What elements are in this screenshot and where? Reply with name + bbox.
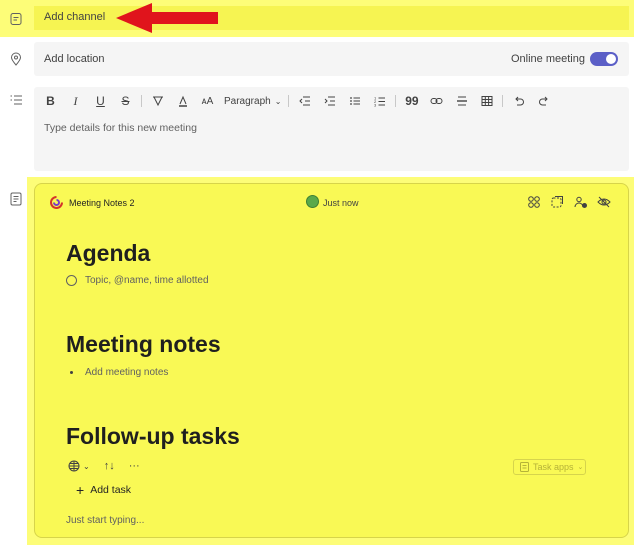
- toolbar-divider: [288, 95, 290, 107]
- location-pin-icon: [8, 51, 24, 67]
- agenda-heading: Agenda: [66, 240, 151, 266]
- bold-button[interactable]: B: [38, 91, 63, 111]
- add-location-placeholder: Add location: [44, 53, 105, 65]
- meeting-notes-heading: Meeting notes: [66, 331, 221, 357]
- chevron-down-icon: ⌄: [83, 461, 90, 471]
- add-task-button[interactable]: + Add task: [76, 482, 131, 498]
- more-options-icon[interactable]: ···: [129, 460, 140, 472]
- redo-icon[interactable]: [531, 91, 556, 111]
- svg-text:3: 3: [374, 103, 377, 108]
- bullet-icon: [70, 371, 73, 374]
- task-apps-label: Task apps: [533, 462, 574, 472]
- add-channel-placeholder: Add channel: [44, 11, 106, 23]
- highlight-icon[interactable]: [145, 91, 170, 111]
- paragraph-dropdown[interactable]: Paragraph ⌄: [220, 91, 285, 111]
- add-task-label: Add task: [90, 484, 132, 496]
- online-meeting-label: Online meeting: [511, 53, 585, 65]
- notes-bullet-item[interactable]: Add meeting notes: [70, 367, 168, 378]
- font-color-icon[interactable]: [170, 91, 195, 111]
- bullet-list-icon[interactable]: [342, 91, 367, 111]
- toolbar-divider: [502, 95, 504, 107]
- plus-icon: +: [76, 482, 85, 498]
- paragraph-label: Paragraph: [224, 95, 271, 107]
- table-grid-icon: [68, 460, 80, 472]
- start-typing-placeholder[interactable]: Just start typing...: [66, 515, 144, 526]
- arrow-annotation-icon: [116, 3, 218, 33]
- checkbox-circle-icon[interactable]: [66, 275, 77, 286]
- follow-up-tasks-heading: Follow-up tasks: [66, 423, 240, 449]
- quote-icon[interactable]: 99: [399, 91, 424, 111]
- copy-component-icon[interactable]: [550, 195, 564, 209]
- font-size-icon[interactable]: ᴀA: [195, 91, 220, 111]
- components-grid-icon[interactable]: [527, 195, 541, 209]
- decrease-indent-icon[interactable]: [292, 91, 317, 111]
- link-icon[interactable]: [424, 91, 449, 111]
- online-meeting-toggle[interactable]: [590, 52, 618, 66]
- task-apps-icon: [520, 462, 529, 472]
- loop-title[interactable]: Meeting Notes 2: [69, 198, 135, 208]
- table-icon[interactable]: [474, 91, 499, 111]
- format-toolbar: B I U S ᴀA Paragraph ⌄ 123 99: [38, 91, 556, 111]
- toolbar-divider: [141, 95, 142, 107]
- edit-status: Just now: [323, 198, 359, 208]
- toolbar-divider: [395, 95, 397, 107]
- underline-button[interactable]: U: [88, 91, 113, 111]
- agenda-item-placeholder: Topic, @name, time allotted: [85, 275, 209, 286]
- chevron-down-icon: ⌄: [274, 96, 282, 106]
- italic-button[interactable]: I: [63, 91, 88, 111]
- details-list-icon: [8, 92, 24, 108]
- loop-notes-icon: [8, 191, 24, 207]
- hide-eye-icon[interactable]: [597, 195, 611, 209]
- strikethrough-button[interactable]: S: [113, 91, 138, 111]
- channel-icon: [8, 11, 24, 27]
- horizontal-rule-icon[interactable]: [449, 91, 474, 111]
- chevron-down-icon: ⌄: [577, 464, 584, 471]
- toggle-knob: [606, 54, 616, 64]
- loop-logo-icon: [50, 196, 63, 209]
- editor-placeholder: Type details for this new meeting: [44, 122, 197, 134]
- share-people-icon[interactable]: [574, 195, 588, 209]
- avatar: [306, 195, 319, 208]
- increase-indent-icon[interactable]: [317, 91, 342, 111]
- tasks-toolbar: ⌄ ↑↓ ···: [68, 460, 140, 472]
- agenda-item[interactable]: Topic, @name, time allotted: [66, 275, 209, 286]
- task-apps-button[interactable]: Task apps ⌄: [513, 459, 586, 475]
- sort-icon[interactable]: ↑↓: [104, 460, 115, 472]
- numbered-list-icon[interactable]: 123: [367, 91, 392, 111]
- undo-icon[interactable]: [506, 91, 531, 111]
- table-view-dropdown[interactable]: ⌄: [68, 460, 90, 472]
- notes-item-placeholder: Add meeting notes: [85, 367, 169, 378]
